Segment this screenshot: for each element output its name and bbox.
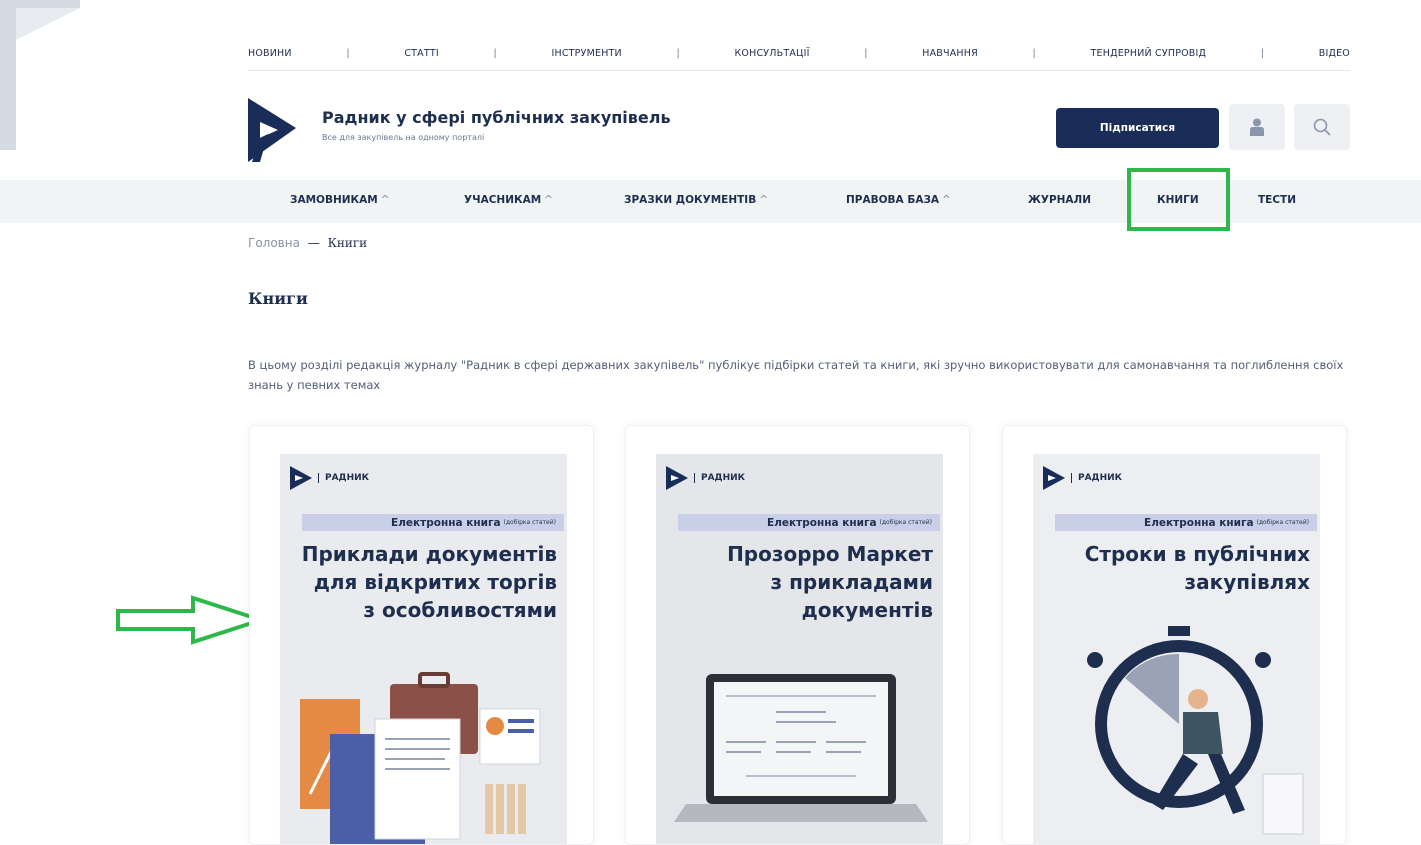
nav-participants[interactable]: УЧАСНИКАМ ^: [464, 194, 553, 206]
nav-label: ПРАВОВА БАЗА: [846, 194, 940, 206]
breadcrumb-separator: —: [307, 236, 320, 250]
cover-label-text: Електронна книга: [767, 516, 877, 529]
cover-label: Електронна книга (добірка статей): [678, 514, 940, 531]
book-card[interactable]: РАДНИК Електронна книга (добірка статей) …: [249, 425, 594, 845]
top-nav-news[interactable]: НОВИНИ: [248, 48, 292, 59]
book-title: Строки в публічних закупівлях: [1085, 540, 1310, 596]
top-nav-tender-support[interactable]: ТЕНДЕРНИЙ СУПРОВІД: [1091, 48, 1207, 59]
nav-journals[interactable]: ЖУРНАЛИ: [1028, 194, 1091, 206]
brand-name: РАДНИК: [1071, 473, 1122, 483]
cover-label: Електронна книга (добірка статей): [302, 514, 564, 531]
book-title-line: для відкритих торгів: [313, 570, 557, 594]
nav-separator: |: [1260, 48, 1265, 59]
nav-document-samples[interactable]: ЗРАЗКИ ДОКУМЕНТІВ ^: [624, 194, 768, 206]
top-nav-tools[interactable]: ІНСТРУМЕНТИ: [552, 48, 622, 59]
book-title-line: Строки в публічних: [1084, 542, 1310, 566]
book-title: Прозорро Маркет з прикладами документів: [727, 540, 933, 624]
chevron-up-icon: ^: [942, 194, 951, 206]
top-nav-consultations[interactable]: КОНСУЛЬТАЦІЇ: [734, 48, 809, 59]
chevron-up-icon: ^: [544, 194, 553, 206]
top-nav-articles[interactable]: СТАТТІ: [404, 48, 439, 59]
book-cover[interactable]: РАДНИК Електронна книга (добірка статей) …: [1033, 454, 1320, 844]
cover-label-text: Електронна книга: [391, 516, 501, 529]
book-cover[interactable]: РАДНИК Електронна книга (добірка статей) …: [656, 454, 943, 844]
site-tagline: Все для закупівель на одному порталі: [322, 133, 485, 142]
stopwatch-runner-illustration: [1087, 626, 1304, 835]
brand-logo-icon: [290, 466, 312, 490]
book-title-line: документів: [801, 598, 933, 622]
cover-brand: РАДНИК: [1043, 466, 1122, 490]
nav-separator: |: [676, 48, 680, 59]
book-card[interactable]: РАДНИК Електронна книга (добірка статей) …: [1002, 425, 1347, 845]
nav-customers[interactable]: ЗАМОВНИКАМ ^: [290, 194, 390, 206]
nav-separator: |: [346, 48, 350, 59]
nav-label: ЖУРНАЛИ: [1028, 194, 1092, 206]
cover-label-note: (добірка статей): [1256, 519, 1309, 526]
breadcrumb: Головна — Книги: [248, 236, 367, 250]
site-logo-icon[interactable]: [248, 98, 296, 162]
breadcrumb-home[interactable]: Головна: [248, 236, 300, 250]
book-title-line: закупівлях: [1184, 570, 1310, 594]
brand-name: РАДНИК: [694, 473, 745, 483]
book-title-line: Приклади документів: [301, 542, 557, 566]
nav-label: ЗАМОВНИКАМ: [290, 194, 378, 206]
highlight-annotation: [1127, 168, 1230, 231]
nav-separator: |: [1032, 48, 1036, 59]
top-nav-video[interactable]: ВІДЕО: [1319, 48, 1350, 59]
book-title-line: з особливостями: [363, 598, 557, 622]
page-intro: В цьому розділі редакція журналу "Радник…: [248, 358, 1344, 392]
chevron-up-icon: ^: [380, 194, 390, 206]
book-card[interactable]: РАДНИК Електронна книга (добірка статей) …: [625, 425, 970, 845]
site-title[interactable]: Радник у сфері публічних закупівель: [322, 108, 671, 127]
top-nav-training[interactable]: НАВЧАННЯ: [922, 48, 978, 59]
book-cover[interactable]: РАДНИК Електронна книга (добірка статей) …: [280, 454, 567, 844]
site-header: Радник у сфері публічних закупівель Все …: [248, 98, 1350, 163]
book-title-line: Прозорро Маркет: [727, 542, 933, 566]
nav-legal-base[interactable]: ПРАВОВА БАЗА ^: [846, 194, 951, 206]
page-title: Книги: [248, 289, 308, 308]
cover-brand: РАДНИК: [666, 466, 745, 490]
nav-label: ЗРАЗКИ ДОКУМЕНТІВ: [624, 194, 757, 206]
book-title: Приклади документів для відкритих торгів…: [302, 540, 557, 624]
nav-label: УЧАСНИКАМ: [464, 194, 542, 206]
chevron-up-icon: ^: [759, 194, 769, 206]
brand-logo-icon: [1043, 466, 1065, 490]
search-button[interactable]: [1294, 104, 1350, 150]
cover-label-text: Електронна книга: [1144, 516, 1254, 529]
nav-separator: |: [493, 48, 497, 59]
user-icon: [1250, 118, 1264, 136]
brand-name: РАДНИК: [318, 473, 369, 483]
cover-label-note: (добірка статей): [503, 519, 556, 526]
account-button[interactable]: [1229, 104, 1285, 150]
breadcrumb-current: Книги: [327, 236, 368, 250]
corner-decoration: [0, 0, 80, 150]
cover-brand: РАДНИК: [290, 466, 369, 490]
brand-logo-icon: [666, 466, 688, 490]
nav-tests[interactable]: ТЕСТИ: [1258, 194, 1296, 206]
top-navigation: НОВИНИ | СТАТТІ | ІНСТРУМЕНТИ | КОНСУЛЬТ…: [248, 37, 1350, 71]
search-icon: [1313, 118, 1331, 136]
nav-label: ТЕСТИ: [1258, 194, 1296, 206]
nav-separator: |: [864, 48, 868, 59]
arrow-annotation: [116, 595, 265, 645]
cover-label-note: (добірка статей): [879, 519, 932, 526]
cover-label: Електронна книга (добірка статей): [1055, 514, 1317, 531]
subscribe-button[interactable]: Підписатися: [1056, 108, 1219, 148]
book-title-line: з прикладами: [770, 570, 933, 594]
laptop-illustration: [674, 674, 928, 822]
office-documents-illustration: [300, 672, 541, 844]
